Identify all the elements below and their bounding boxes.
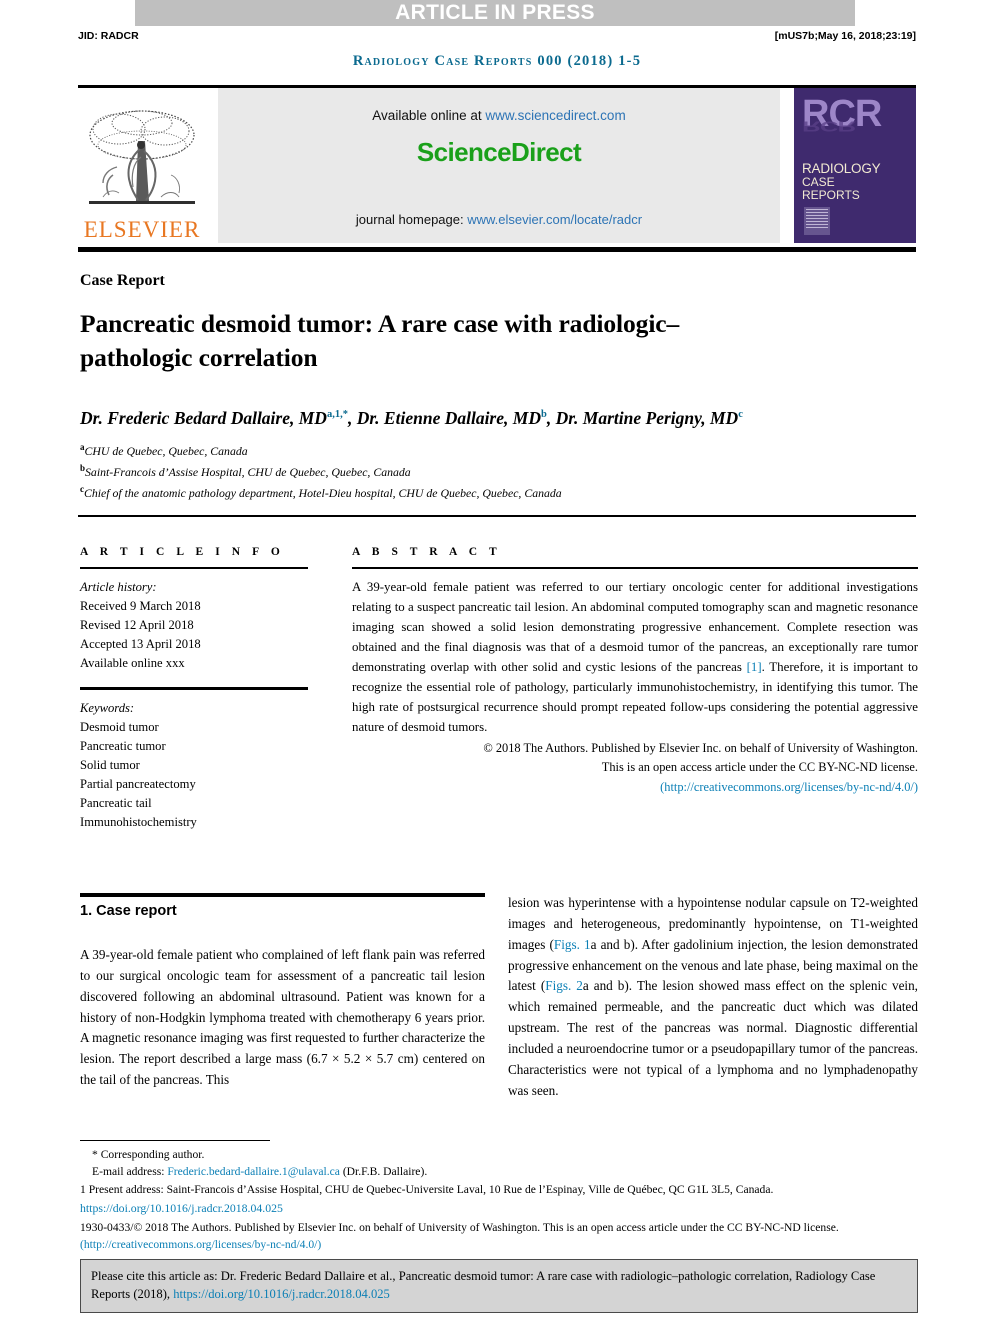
email-link[interactable]: Frederic.bedard-dallaire.1@ulaval.ca [167, 1165, 340, 1178]
email-suffix: (Dr.F.B. Dallaire). [339, 1165, 428, 1179]
abstract-reference-link[interactable]: [1] [747, 660, 762, 674]
abstract-text: A 39-year-old female patient was referre… [352, 577, 918, 738]
cover-title-line-1: RADIOLOGY [802, 160, 881, 176]
sciencedirect-link[interactable]: www.sciencedirect.com [485, 108, 625, 123]
publisher-banner: ELSEVIER Available online at www.science… [78, 88, 916, 243]
body-column-left: 1. Case report A 39-year-old female pati… [80, 903, 485, 1091]
abstract-heading: A B S T R A C T [352, 546, 502, 558]
keyword-item: Pancreatic tail [80, 796, 152, 811]
keyword-item: Pancreatic tumor [80, 738, 166, 753]
keywords-label: Keywords: [80, 700, 135, 715]
abstract-license-line: (http://creativecommons.org/licenses/by-… [352, 778, 918, 797]
abstract-copyright-line-2: This is an open access article under the… [601, 760, 918, 775]
cover-title-lines: RADIOLOGY CASE REPORTS [802, 161, 908, 203]
jid-label: JID: RADCR [78, 30, 139, 42]
abstract-license-link[interactable]: (http://creativecommons.org/licenses/by-… [660, 780, 918, 794]
article-type-label: Case Report [80, 272, 165, 289]
footnote-separator-rule [80, 1140, 270, 1141]
case-report-paragraph-left: A 39-year-old female patient who complai… [80, 947, 485, 1088]
history-item: Accepted 13 April 2018 [80, 636, 201, 651]
article-in-press-label: ARTICLE IN PRESS [395, 1, 595, 24]
abstract-rule [352, 567, 918, 569]
affiliation-item: bSaint-Francois d’Assise Hospital, CHU d… [80, 463, 411, 479]
affiliation-marker: a [80, 442, 85, 452]
figure-1-link[interactable]: Figs. 1 [554, 937, 591, 952]
present-address-note: 1 Present address: Saint-Francois d’Assi… [80, 1182, 774, 1196]
corresponding-author-note: * Corresponding author. [92, 1148, 205, 1161]
keyword-item: Solid tumor [80, 758, 140, 773]
history-item: Received 9 March 2018 [80, 598, 201, 613]
cover-title-line-3: REPORTS [802, 188, 860, 203]
page-title: Pancreatic desmoid tumor: A rare case wi… [80, 309, 680, 372]
abstract-copyright-line-1: © 2018 The Authors. Published by Elsevie… [483, 740, 918, 755]
abstract-column: A B S T R A C T A 39-year-old female pat… [352, 546, 918, 796]
available-online-prefix: Available online at [372, 108, 486, 123]
cover-elsevier-mini-logo [804, 207, 830, 235]
sciencedirect-wordmark: ScienceDirect [416, 137, 582, 168]
production-stamp: [mUS7b;May 16, 2018;23:19] [774, 30, 916, 42]
case-report-paragraph-right: lesion was hyperintense with a hypointen… [508, 893, 918, 1102]
email-label: E-mail address: [92, 1165, 168, 1179]
footer-copyright: 1930-0433/© 2018 The Authors. Published … [80, 1219, 920, 1254]
doi-link[interactable]: https://doi.org/10.1016/j.radcr.2018.04.… [80, 1200, 920, 1218]
affiliation-list: aCHU de Quebec, Quebec, Canada bSaint-Fra… [80, 440, 920, 503]
keywords-rule [80, 687, 308, 690]
journal-homepage-line: journal homepage: www.elsevier.com/locat… [218, 212, 780, 227]
figure-2-link[interactable]: Figs. 2 [545, 978, 583, 993]
elsevier-logo: ELSEVIER [78, 88, 206, 243]
journal-masthead: Radiology Case Reports 000 (2018) 1-5 [352, 53, 642, 69]
email-note: E-mail address: Frederic.bedard-dallaire… [80, 1163, 920, 1180]
elsevier-tree-icon [89, 110, 195, 204]
history-item: Revised 12 April 2018 [80, 617, 194, 632]
body-section-rule [80, 893, 485, 897]
keyword-item: Desmoid tumor [80, 719, 159, 734]
article-info-column: A R T I C L E I N F O Article history: R… [80, 546, 328, 833]
journal-homepage-link[interactable]: www.elsevier.com/locate/radcr [467, 212, 642, 227]
sciencedirect-box: Available online at www.sciencedirect.co… [218, 88, 780, 243]
cover-rcr-reflection: RCR [802, 118, 856, 135]
article-history-block: Article history: Received 9 March 2018 R… [80, 578, 328, 674]
keyword-item: Partial pancreatectomy [80, 777, 196, 792]
affiliation-item: cChief of the anatomic pathology departm… [80, 484, 562, 500]
keywords-block: Keywords: Desmoid tumor Pancreatic tumor… [80, 699, 328, 833]
footnote-block: * Corresponding author. E-mail address: … [80, 1146, 920, 1254]
article-info-rule [80, 567, 308, 569]
right-part-3: a and b). The lesion showed mass effect … [508, 978, 918, 1098]
journal-homepage-prefix: journal homepage: [355, 212, 468, 227]
article-history-label: Article history: [80, 579, 157, 594]
body-column-right: lesion was hyperintense with a hypointen… [508, 893, 918, 1102]
footer-license-link[interactable]: (http://creativecommons.org/licenses/by-… [80, 1238, 321, 1251]
elsevier-wordmark: ELSEVIER [83, 217, 201, 242]
affiliation-marker: b [80, 463, 86, 474]
article-info-heading: A R T I C L E I N F O [80, 546, 285, 558]
article-page: ARTICLE IN PRESS JID: RADCR [mUS7b;May 1… [0, 0, 990, 1320]
cover-title-line-2: CASE [802, 175, 835, 189]
affiliation-item: aCHU de Quebec, Quebec, Canada [80, 442, 248, 458]
journal-stamp-row: JID: RADCR [mUS7b;May 16, 2018;23:19] [78, 30, 916, 42]
please-cite-box: Please cite this article as: Dr. Frederi… [80, 1259, 918, 1313]
affiliation-marker: c [80, 484, 84, 495]
history-item: Available online xxx [80, 656, 185, 671]
sciencedirect-wordmark-science: Science [416, 137, 512, 167]
author-list: Dr. Frederic Bedard Dallaire, MDa,1,*, D… [80, 408, 743, 428]
sciencedirect-wordmark-direct: Direct [510, 137, 582, 167]
banner-bottom-rule [78, 247, 916, 252]
footer-copyright-text: 1930-0433/© 2018 The Authors. Published … [80, 1220, 839, 1234]
cite-doi-link[interactable]: https://doi.org/10.1016/j.radcr.2018.04.… [173, 1287, 390, 1301]
section-title-case-report: 1. Case report [80, 903, 177, 919]
available-online-line: Available online at www.sciencedirect.co… [372, 108, 625, 123]
journal-cover-image: RCR RCR RADIOLOGY CASE REPORTS [794, 88, 916, 243]
keyword-item: Immunohistochemistry [80, 815, 197, 830]
abstract-section-top-rule [78, 515, 916, 517]
